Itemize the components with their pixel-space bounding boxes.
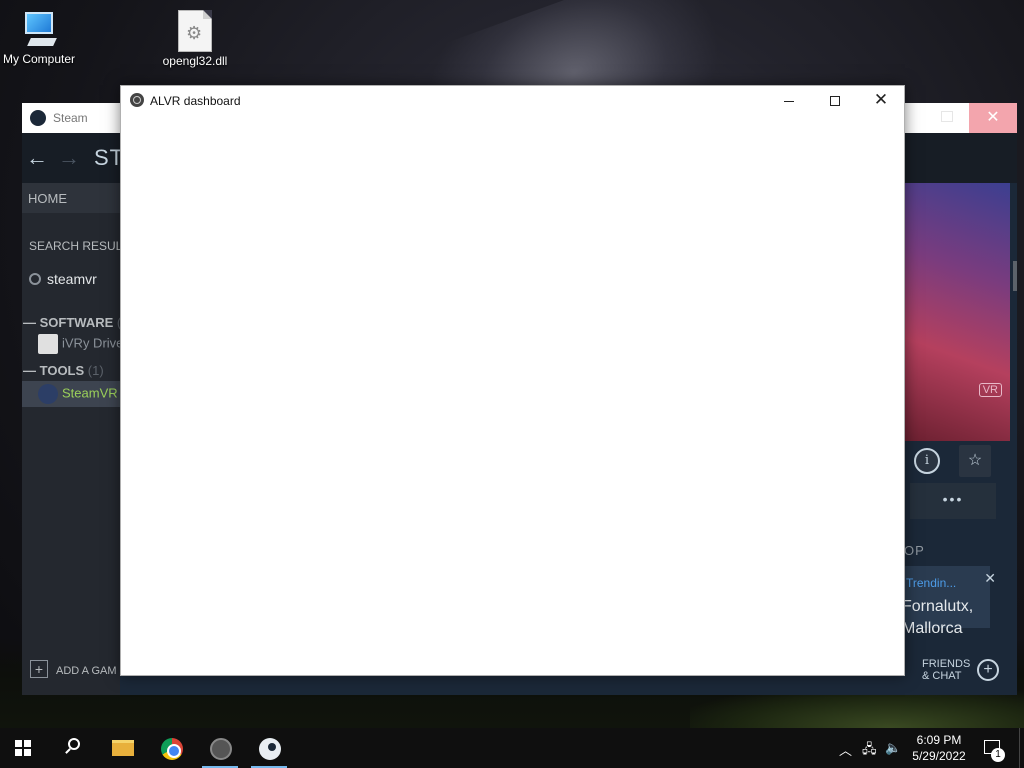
friends-chat-button[interactable]: FRIENDS & CHAT — [922, 658, 970, 682]
category-name: SOFTWARE — [39, 315, 114, 330]
search-value: steamvr — [47, 271, 97, 287]
search-results-header: SEARCH RESUL — [29, 239, 123, 253]
library-item-steamvr[interactable]: SteamVR — [22, 381, 120, 407]
friends-label-line1: FRIENDS — [922, 658, 971, 670]
scrollbar-thumb[interactable] — [1013, 261, 1017, 291]
category-name: TOOLS — [39, 363, 85, 378]
trending-title-line2: Mallorca — [902, 620, 963, 637]
steam-close-button[interactable]: ✕ — [969, 103, 1017, 133]
library-item-label: SteamVR — [62, 385, 118, 401]
shop-section-label: OP — [904, 543, 925, 558]
steamvr-logo-icon — [38, 384, 58, 404]
steam-library-sidebar: HOME SEARCH RESUL steamvr — SOFTWARE ( i… — [22, 183, 123, 695]
info-icon[interactable]: i — [914, 448, 940, 474]
alvr-window-title: ALVR dashboard — [150, 94, 241, 108]
minimize-button[interactable] — [766, 86, 812, 116]
more-options-button[interactable]: ••• — [910, 483, 996, 519]
back-arrow-icon[interactable]: ← — [26, 145, 48, 171]
favorite-star-icon[interactable]: ☆ — [959, 445, 991, 477]
clock-time: 6:09 PM — [916, 733, 962, 747]
dll-file-icon: ⚙ — [178, 10, 212, 52]
forward-arrow-icon[interactable]: → — [58, 145, 80, 171]
alvr-globe-icon — [130, 93, 144, 107]
show-desktop-button[interactable] — [1019, 728, 1024, 768]
close-icon[interactable]: ✕ — [984, 570, 996, 587]
steam-game-detail-edge: VR i ☆ ••• OP Trendin... ✕ Fornalutx, Ma… — [902, 183, 1017, 695]
computer-icon — [19, 10, 59, 50]
desktop-icon-label: My Computer — [2, 52, 76, 66]
sidebar-home-button[interactable]: HOME — [22, 183, 120, 213]
category-count: (1) — [87, 363, 104, 378]
game-hero-image: VR — [904, 183, 1010, 441]
steam-icon — [259, 738, 281, 760]
plus-icon: + — [30, 660, 48, 678]
taskbar-steam[interactable] — [249, 728, 289, 768]
library-item-ivry[interactable]: iVRy Drive — [38, 334, 123, 358]
search-icon[interactable] — [64, 738, 82, 756]
windows-start-button[interactable] — [15, 740, 31, 756]
steam-logo-icon — [30, 110, 46, 126]
minimize-icon — [784, 100, 794, 102]
taskbar-alvr[interactable] — [200, 728, 240, 768]
search-icon — [29, 273, 41, 285]
alvr-titlebar: ALVR dashboard ✕ — [121, 86, 904, 116]
steam-window-title: Steam — [53, 111, 88, 125]
category-software[interactable]: — SOFTWARE ( — [23, 315, 121, 330]
vr-badge: VR — [978, 383, 1002, 397]
taskbar-chrome[interactable] — [151, 728, 191, 768]
desktop-icon-opengl32-dll[interactable]: ⚙ opengl32.dll — [150, 10, 240, 68]
library-search-input[interactable]: steamvr — [29, 271, 97, 287]
trending-card[interactable]: Trendin... ✕ Fornalutx, Mallorca — [902, 566, 996, 637]
volume-icon[interactable]: 🔈 — [885, 740, 901, 756]
trending-title-line1: Fornalutx, — [902, 598, 974, 615]
alvr-dashboard-window: ALVR dashboard ✕ — [120, 85, 905, 676]
chevron-up-icon[interactable]: ︿ — [839, 740, 852, 759]
clock-date: 5/29/2022 — [912, 749, 966, 763]
desktop-icon-label: opengl32.dll — [162, 54, 228, 68]
taskbar-file-explorer[interactable] — [102, 728, 142, 768]
library-item-label: iVRy Drive — [62, 335, 124, 351]
ivry-logo-icon — [38, 334, 58, 354]
alvr-content-area[interactable] — [121, 116, 904, 675]
steam-maximize-button[interactable] — [941, 111, 953, 122]
desktop-icon-my-computer[interactable]: My Computer — [0, 10, 84, 66]
folder-icon — [112, 740, 134, 756]
chrome-icon — [161, 738, 183, 760]
taskbar: ︿ 🖧 🔈 6:09 PM 5/29/2022 1 — [0, 728, 1024, 768]
trending-tag: Trendin... — [906, 576, 957, 590]
add-friend-icon[interactable]: + — [977, 659, 999, 681]
alvr-globe-icon — [210, 738, 232, 760]
category-tools[interactable]: — TOOLS (1) — [23, 363, 104, 378]
network-icon[interactable]: 🖧 — [862, 740, 877, 762]
notification-badge: 1 — [991, 748, 1005, 762]
add-game-label: ADD A GAM — [56, 665, 117, 677]
maximize-button[interactable] — [812, 86, 858, 116]
add-game-button[interactable]: + ADD A GAM — [30, 660, 117, 678]
close-button[interactable]: ✕ — [858, 86, 904, 116]
maximize-icon — [830, 96, 840, 107]
friends-label-line2: & CHAT — [922, 670, 962, 682]
clock[interactable]: 6:09 PM 5/29/2022 — [907, 732, 971, 764]
